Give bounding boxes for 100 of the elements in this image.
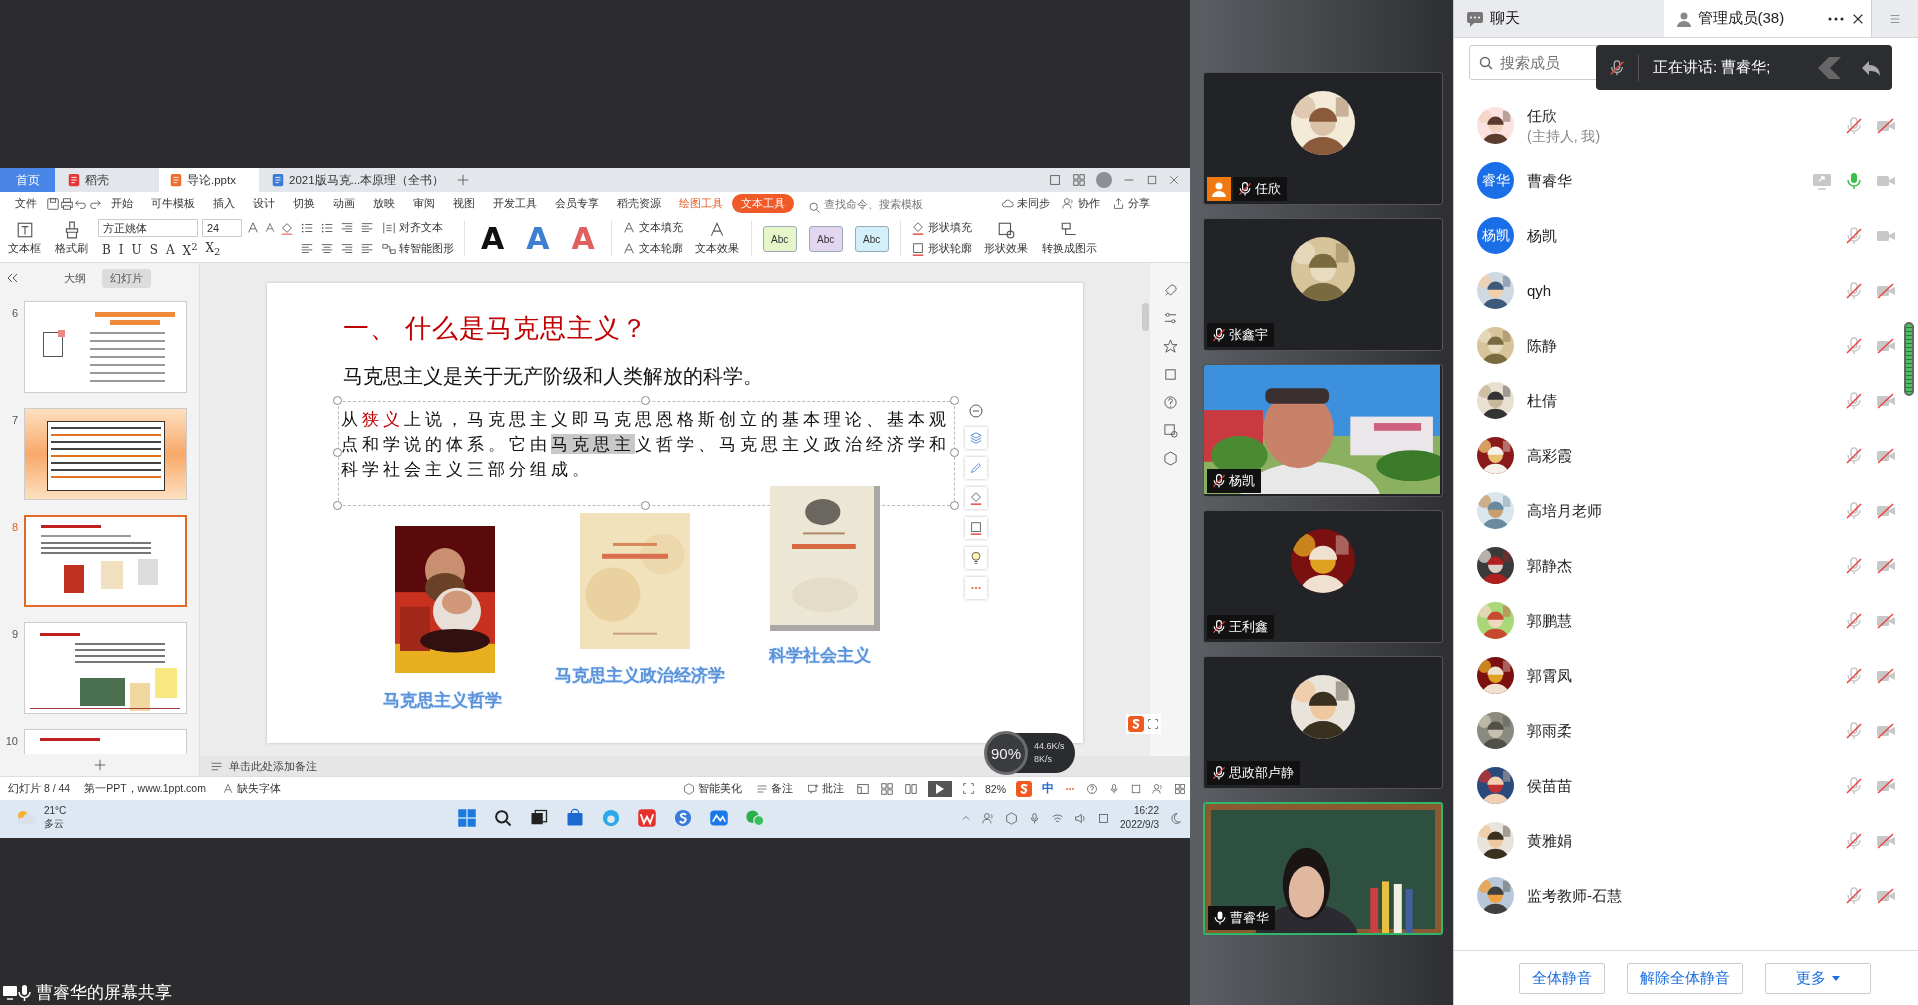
template-name: 第一PPT，www.1ppt.com [84,781,206,796]
menu-tab[interactable]: 设计 [244,194,284,213]
ribbon-button[interactable]: 文本填充 [619,219,685,236]
ribbon-button[interactable]: 缺失字体 [219,780,283,797]
member-name: 侯苗苗 [1527,775,1572,796]
video-tile[interactable]: 思政部卢静 [1203,656,1443,789]
member-name: 高培月老师 [1527,500,1602,521]
member-name: 黄雅娟 [1527,830,1572,851]
menu-tab[interactable]: 开始 [102,194,142,213]
figure-caption: 科学社会主义 [769,645,871,667]
menu-tab[interactable]: 放映 [364,194,404,213]
slide-counter: 幻灯片 8 / 44 [8,781,71,796]
upload-speed: 44.6K/s [1034,740,1065,753]
ribbon-button[interactable]: 文本效果 [690,217,743,260]
menu-tab[interactable]: 插入 [204,194,244,213]
slide-title: 一、 什么是马克思主义？ [343,312,649,345]
shape-style[interactable]: Abc [854,226,889,252]
slide-paragraph: 从 狭义 上说，马克思主义即马克思恩格斯创立的基本理论、基本观点和学说的体系。它由 马克思主义哲学、马克思主义政治经济学和科学社会主义三部分组成。 [341,408,951,481]
slide-number: 6 [10,306,18,321]
participant-name: 杨凯 [1207,469,1261,493]
slide-number: 9 [10,627,18,642]
font-size-value: 24 [207,222,220,234]
menu-tab[interactable]: 可牛模板 [142,194,204,213]
menu-action[interactable]: 协作 [1062,196,1100,211]
ribbon-button[interactable]: 形状轮廓 [908,241,974,258]
format-button[interactable]: S [145,242,162,257]
clock-date[interactable]: 2022/9/3 [1120,818,1159,832]
format-button[interactable]: U [127,242,146,257]
format-button[interactable]: I [114,242,128,257]
member-name: 郭霄凤 [1527,665,1572,686]
tab[interactable]: 首页 [0,168,55,192]
font-name: 方正姚体 [103,220,147,236]
slide-subtitle: 马克思主义是关于无产阶级和人类解放的科学。 [343,364,763,389]
panel-tab[interactable]: 管理成员(38) [1663,0,1827,37]
format-button[interactable]: A [161,242,179,257]
text-style[interactable]: A [518,217,558,260]
figure-caption: 马克思主义哲学 [382,690,502,712]
member-name: 曹睿华 [1527,170,1572,191]
shape-style[interactable]: Abc [762,226,797,252]
menu-tab[interactable]: 绘图工具 [670,194,732,213]
avatar: 睿华 [1477,162,1514,199]
menu-action[interactable]: 未同步 [1001,196,1050,211]
participant-name: 王利鑫 [1207,615,1274,639]
slide-number: 7 [10,413,18,428]
menu-tab[interactable]: 文件 [6,194,46,213]
ribbon-button[interactable]: 转智能图形 [380,241,456,258]
menu-tab[interactable]: 开发工具 [484,194,546,213]
panel-button[interactable]: 更多 [1765,962,1871,994]
video-tile[interactable]: 曹睿华 [1203,802,1443,935]
panel-button[interactable]: 全体静音 [1519,962,1605,994]
status-button[interactable]: 备注 [754,780,795,797]
video-tile[interactable]: 张鑫宇 [1203,218,1443,351]
member-name: 监考教师-石慧 [1527,885,1622,906]
notes-placeholder[interactable]: 单击此处添加备注 [229,758,317,774]
ime-mode[interactable]: 中 [1042,780,1054,797]
menu-tab[interactable]: 动画 [324,194,364,213]
panel-tab[interactable]: 大纲 [56,268,94,288]
ribbon-button[interactable]: 对齐文本 [380,219,456,236]
format-button[interactable]: B [98,242,115,257]
member-name: 任欣 [1527,105,1558,126]
menu-tab[interactable]: 切换 [284,194,324,213]
zoom-level[interactable]: 82% [985,782,1006,795]
command-search[interactable]: 查找命令、搜索模板 [806,196,936,211]
member-name: 陈静 [1527,335,1557,356]
panel-tab[interactable]: 幻灯片 [102,268,151,288]
participant-name: 思政部卢静 [1207,761,1300,785]
status-button[interactable]: 智能美化 [681,780,744,797]
font-select[interactable]: 方正姚体 [98,219,198,237]
menu-tab[interactable]: 视图 [444,194,484,213]
format-button[interactable]: X$^{2}$ [178,241,202,258]
menu-tab[interactable]: 审阅 [404,194,444,213]
menu-tab[interactable]: 稻壳资源 [608,194,670,213]
participant-name: 曹睿华 [1208,906,1275,930]
clock-time[interactable]: 16:22 [1133,804,1159,818]
participant-name: 任欣 [1233,177,1287,201]
ribbon-button[interactable]: 文本轮廓 [619,241,685,258]
download-speed: 8K/s [1034,753,1053,766]
video-tile[interactable]: 王利鑫 [1203,510,1443,643]
font-size-select[interactable]: 24 [202,219,242,237]
ribbon-button[interactable]: 格式刷 [51,217,92,260]
member-name: 高彩霞 [1527,445,1572,466]
shape-style[interactable]: Abc [808,226,843,252]
ribbon-button[interactable]: 形状填充 [908,219,974,236]
text-style[interactable]: A [473,217,513,260]
status-button[interactable]: 批注 [805,780,846,797]
member-name: 郭鹏慧 [1527,610,1572,631]
menu-action[interactable]: 分享 [1112,196,1150,211]
speaking-text: 正在讲话: 曹睿华; [1653,58,1771,77]
menu-tab[interactable]: 会员专享 [546,194,608,213]
format-button[interactable]: X$_{2}$ [201,241,225,258]
tab[interactable]: 导论.pptx [159,168,259,192]
ribbon-button[interactable]: 转换成图示 [1037,217,1101,260]
panel-button[interactable]: 解除全体静音 [1627,962,1743,994]
temperature: 21°C [44,804,67,817]
avatar: 杨凯 [1477,217,1514,254]
ribbon-button[interactable]: 形状效果 [979,217,1032,260]
video-tile[interactable]: 任欣 [1203,72,1443,205]
ribbon-button[interactable]: 文本框 [4,217,45,260]
member-role: (主持人, 我) [1527,126,1601,146]
video-tile[interactable]: 杨凯 [1203,364,1443,497]
